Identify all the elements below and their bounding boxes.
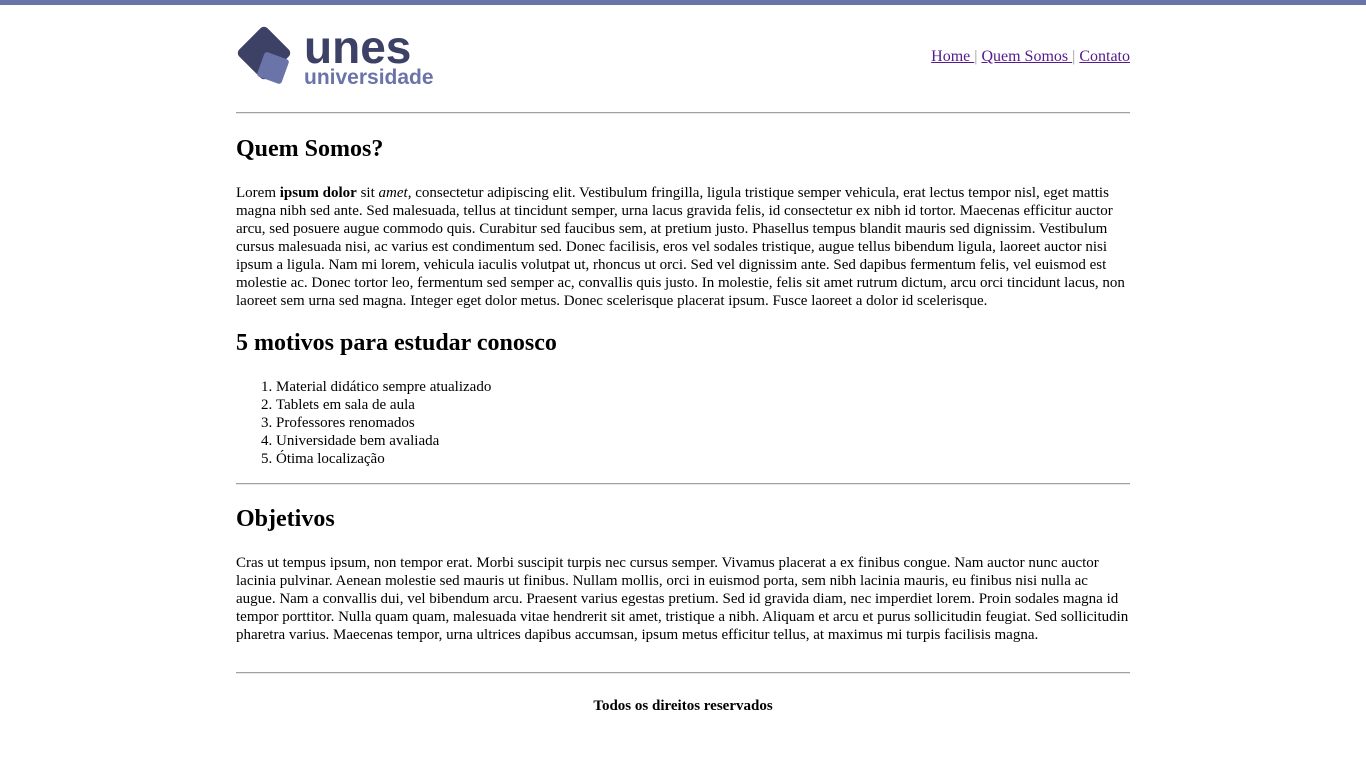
nav-separator: | — [974, 48, 978, 65]
list-item: Material didático sempre atualizado — [276, 378, 1130, 396]
list-item: Universidade bem avaliada — [276, 432, 1130, 450]
site-logo[interactable]: unes universidade — [236, 25, 452, 87]
reasons-title: 5 motivos para estudar conosco — [236, 330, 557, 356]
list-item: Ótima localização — [276, 450, 1130, 468]
about-section: Quem Somos? Lorem ipsum dolor sit amet, … — [236, 114, 1130, 310]
reasons-section: 5 motivos para estudar conosco Material … — [236, 310, 1130, 483]
page-container: unes universidade Home | Quem Somos | Co… — [236, 5, 1130, 715]
goals-section: Objetivos Cras ut tempus ipsum, non temp… — [236, 485, 1130, 672]
logo-tagline-text: universidade — [304, 66, 434, 87]
site-footer: Todos os direitos reservados — [236, 674, 1130, 715]
about-bold-text: ipsum dolor — [279, 185, 357, 201]
nav-link-home[interactable]: Home — [931, 48, 974, 65]
main-nav: Home | Quem Somos | Contato — [931, 47, 1130, 66]
nav-link-quem-somos[interactable]: Quem Somos — [981, 48, 1072, 65]
about-paragraph: Lorem ipsum dolor sit amet, consectetur … — [236, 184, 1130, 310]
list-item: Tablets em sala de aula — [276, 396, 1130, 414]
about-lead-text-2: sit — [356, 185, 379, 201]
nav-link-contato[interactable]: Contato — [1079, 48, 1130, 65]
unes-logo-icon: unes universidade — [237, 25, 434, 87]
copyright-text: Todos os direitos reservados — [593, 698, 773, 714]
about-lead-text: Lorem — [236, 185, 280, 201]
about-italic-text: amet — [378, 185, 408, 201]
nav-separator: | — [1072, 48, 1076, 65]
about-body-text: , consectetur adipiscing elit. Vestibulu… — [236, 185, 1125, 309]
reasons-list: Material didático sempre atualizado Tabl… — [236, 378, 1130, 468]
about-title: Quem Somos? — [236, 136, 384, 162]
list-item: Professores renomados — [276, 414, 1130, 432]
goals-paragraph: Cras ut tempus ipsum, non tempor erat. M… — [236, 555, 1129, 643]
goals-title: Objetivos — [236, 506, 335, 532]
site-header: unes universidade Home | Quem Somos | Co… — [236, 5, 1130, 112]
